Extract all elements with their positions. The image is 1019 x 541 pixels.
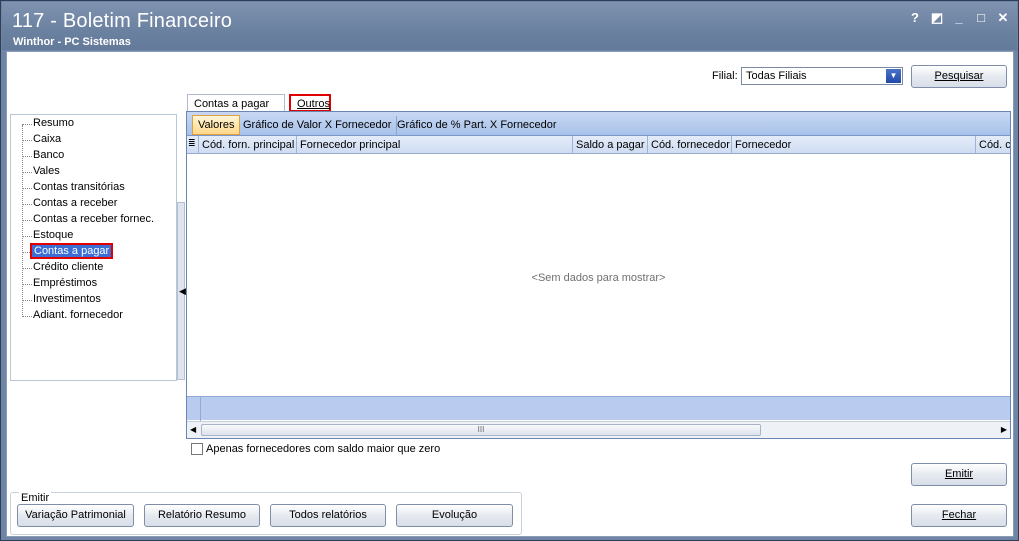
column-header-cod-fornecedor[interactable]: Cód. fornecedor <box>648 136 732 154</box>
scroll-left-icon[interactable]: ◀ <box>190 425 196 434</box>
tree-item-adiant-fornecedor[interactable]: Adiant. fornecedor <box>33 309 123 321</box>
tree-connector <box>22 140 32 141</box>
tree-item-contas-a-pagar[interactable]: Contas a pagar <box>29 243 114 259</box>
tree-connector <box>22 204 32 205</box>
client-area: Filial: Todas Filiais ▼ Pesquisar Resumo… <box>6 51 1014 537</box>
tree-connector <box>22 124 32 125</box>
tab-contas-a-pagar[interactable]: Contas a pagar <box>187 94 285 112</box>
relatorio-resumo-button[interactable]: Relatório Resumo <box>144 504 260 527</box>
evolucao-button[interactable]: Evolução <box>396 504 513 527</box>
grid-header: ≣ Cód. forn. principal Fornecedor princi… <box>187 136 1010 154</box>
tree-item-vales[interactable]: Vales <box>33 165 60 177</box>
tree-connector <box>22 284 32 285</box>
tree-connector <box>22 300 32 301</box>
grid-horizontal-scrollbar[interactable]: ◀ III ▶ <box>187 421 1010 438</box>
saldo-filter-checkbox[interactable] <box>191 443 203 455</box>
filial-value: Todas Filiais <box>746 70 807 82</box>
column-header-saldo-a-pagar[interactable]: Saldo a pagar <box>573 136 648 154</box>
relatorio-resumo-label: Relatório Resumo <box>157 509 247 521</box>
column-header-cod-forn-principal[interactable]: Cód. forn. principal <box>199 136 297 154</box>
app-window: 117 - Boletim Financeiro Winthor - PC Si… <box>0 0 1019 541</box>
tree-item-emprestimos[interactable]: Empréstimos <box>33 277 97 289</box>
tree-item-estoque[interactable]: Estoque <box>33 229 73 241</box>
tab-outros[interactable]: Outros <box>289 94 331 112</box>
chevron-down-icon[interactable]: ▼ <box>886 69 901 83</box>
window-subtitle: Winthor - PC Sistemas <box>13 36 131 48</box>
tree-connector <box>22 220 32 221</box>
tree-connector <box>22 252 32 253</box>
grid-footer <box>187 396 1010 421</box>
tree-item-contas-a-receber-fornec[interactable]: Contas a receber fornec. <box>33 213 154 225</box>
collapse-left-icon[interactable]: ◀ <box>179 286 186 297</box>
filial-select[interactable]: Todas Filiais ▼ <box>741 67 903 85</box>
column-header-cod-c[interactable]: Cód. c <box>976 136 1010 154</box>
tree-connector-line <box>22 125 23 317</box>
subtab-bar: Valores Gráfico de Valor X Fornecedor Gr… <box>187 112 1010 136</box>
outros-panel: Valores Gráfico de Valor X Fornecedor Gr… <box>186 111 1011 439</box>
tree-item-banco[interactable]: Banco <box>33 149 64 161</box>
tree-connector <box>22 172 32 173</box>
todos-relatorios-label: Todos relatórios <box>289 509 367 521</box>
scrollbar-thumb[interactable]: III <box>201 424 761 436</box>
title-bar: 117 - Boletim Financeiro Winthor - PC Si… <box>2 2 1017 50</box>
tree-connector <box>22 236 32 237</box>
filial-label: Filial: <box>712 70 738 82</box>
grid-footer-indicator <box>187 397 201 421</box>
evolucao-label: Evolução <box>431 509 478 521</box>
close-icon[interactable]: ✕ <box>995 10 1011 26</box>
subtab-valores[interactable]: Valores <box>192 115 241 135</box>
tree-item-credito-cliente[interactable]: Crédito cliente <box>33 261 103 273</box>
search-button[interactable]: Pesquisar <box>911 65 1007 88</box>
minimize-icon[interactable]: _ <box>951 10 967 26</box>
emitir-button-label: Emitir <box>944 468 974 480</box>
help-icon[interactable]: ? <box>907 10 923 26</box>
emitir-group-label: Emitir <box>19 492 52 504</box>
emitir-button[interactable]: Emitir <box>911 463 1007 486</box>
todos-relatorios-button[interactable]: Todos relatórios <box>270 504 386 527</box>
tree-item-investimentos[interactable]: Investimentos <box>33 293 101 305</box>
tree-connector <box>22 268 32 269</box>
variacao-patrimonial-button[interactable]: Variação Patrimonial <box>17 504 134 527</box>
search-button-label: Pesquisar <box>934 70 984 82</box>
tree-connector <box>22 156 32 157</box>
saldo-filter-label: Apenas fornecedores com saldo maior que … <box>206 443 441 455</box>
restore-layout-icon[interactable]: ◩ <box>929 10 945 26</box>
column-header-fornecedor-principal[interactable]: Fornecedor principal <box>297 136 573 154</box>
scroll-right-icon[interactable]: ▶ <box>1001 425 1007 434</box>
subtab-grafico-percent[interactable]: Gráfico de % Part. X Fornecedor <box>392 116 562 136</box>
report-tree: Resumo Caixa Banco Vales Contas transitó… <box>10 114 177 381</box>
tree-item-contas-a-receber[interactable]: Contas a receber <box>33 197 117 209</box>
fechar-button[interactable]: Fechar <box>911 504 1007 527</box>
fechar-button-label: Fechar <box>941 509 977 521</box>
tree-item-caixa[interactable]: Caixa <box>33 133 61 145</box>
column-chooser-icon[interactable]: ≣ <box>187 136 199 154</box>
maximize-icon[interactable]: □ <box>973 10 989 26</box>
column-header-fornecedor[interactable]: Fornecedor <box>732 136 976 154</box>
tree-item-contas-transitorias[interactable]: Contas transitórias <box>33 181 125 193</box>
subtab-grafico-valor[interactable]: Gráfico de Valor X Fornecedor <box>238 116 398 136</box>
variacao-patrimonial-label: Variação Patrimonial <box>25 509 126 521</box>
grid-empty-message: <Sem dados para mostrar> <box>531 272 666 284</box>
tree-item-resumo[interactable]: Resumo <box>33 117 74 129</box>
window-controls: ? ◩ _ □ ✕ <box>907 10 1011 26</box>
window-title: 117 - Boletim Financeiro <box>12 10 233 32</box>
tree-connector <box>22 188 32 189</box>
tree-connector <box>22 316 32 317</box>
